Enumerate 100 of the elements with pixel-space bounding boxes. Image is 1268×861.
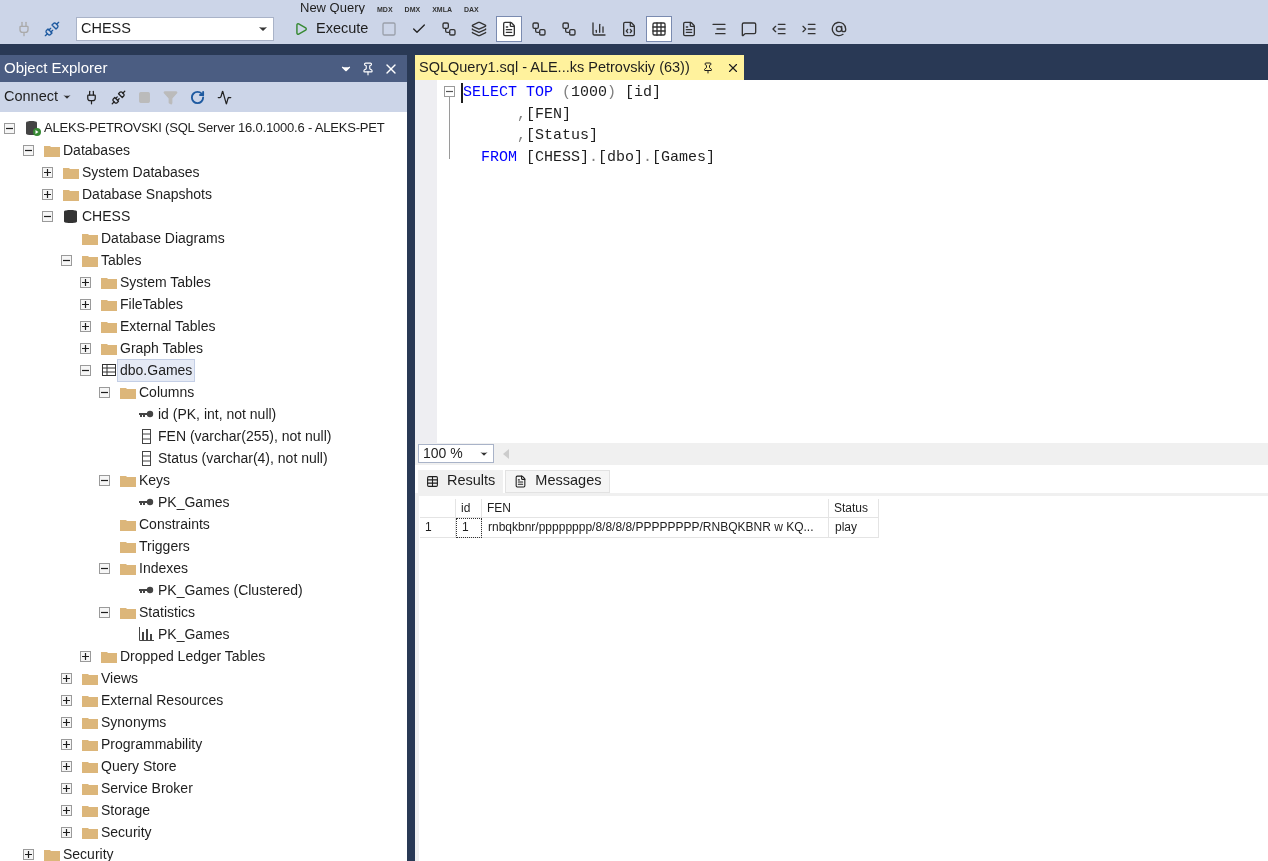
document-icon — [681, 21, 698, 37]
results-tab[interactable]: Messages — [505, 469, 611, 493]
folder-icon — [119, 539, 136, 553]
fold-toggle[interactable] — [443, 86, 455, 97]
play-icon — [294, 22, 308, 36]
caret-icon — [62, 92, 72, 102]
tree-item[interactable]: FileTables — [118, 293, 186, 315]
tree-item[interactable]: System Tables — [118, 271, 213, 293]
collapse-toggle[interactable] — [99, 606, 110, 618]
new-query-button[interactable]: New Query — [300, 1, 366, 14]
at-sign-icon — [831, 21, 848, 37]
collapse-toggle[interactable] — [42, 210, 53, 222]
tree-item[interactable]: dbo.Games — [118, 359, 195, 381]
disconnect-icon[interactable] — [111, 89, 126, 105]
form-icon — [501, 21, 518, 37]
expand-toggle[interactable] — [80, 276, 91, 288]
tree-item[interactable]: Columns — [137, 381, 197, 403]
tree-item[interactable]: Keys — [137, 469, 173, 491]
tree-item[interactable]: id (PK, int, not null) — [156, 403, 279, 425]
bar-chart-icon — [139, 627, 154, 641]
tree-item[interactable]: Constraints — [137, 513, 212, 535]
results-tab[interactable]: Results — [418, 469, 504, 493]
tree-item[interactable]: Databases — [61, 139, 132, 161]
collapse-toggle[interactable] — [99, 562, 110, 574]
expand-toggle[interactable] — [80, 650, 91, 662]
folder-icon — [62, 165, 79, 179]
expand-toggle[interactable] — [61, 738, 72, 750]
tree-item[interactable]: Query Store — [99, 755, 179, 777]
database-icon — [64, 208, 77, 224]
expand-toggle[interactable] — [61, 716, 72, 728]
windows-icon — [471, 21, 488, 37]
expand-toggle[interactable] — [61, 826, 72, 838]
expand-toggle[interactable] — [61, 782, 72, 794]
execute-button[interactable]: Execute — [294, 18, 369, 40]
tree-item[interactable]: External Tables — [118, 315, 218, 337]
tree-item[interactable]: Storage — [99, 799, 153, 821]
folder-icon — [100, 275, 117, 289]
expand-toggle[interactable] — [61, 694, 72, 706]
tree-item[interactable]: Status (varchar(4), not null) — [156, 447, 330, 469]
tree-item[interactable]: Service Broker — [99, 777, 195, 799]
grid-button[interactable] — [646, 16, 673, 42]
activity-icon[interactable] — [217, 89, 232, 105]
expand-toggle[interactable] — [42, 166, 53, 178]
tree-item[interactable]: Triggers — [137, 535, 192, 557]
expand-toggle[interactable] — [42, 188, 53, 200]
tree-item[interactable]: CHESS — [80, 205, 133, 227]
column-header[interactable]: id — [456, 498, 482, 518]
column-header[interactable]: FEN — [482, 498, 829, 518]
tree-item[interactable]: Graph Tables — [118, 337, 205, 359]
tree-item[interactable]: PK_Games — [156, 491, 232, 513]
connect-button[interactable]: Connect — [4, 86, 72, 108]
tree-item[interactable]: Programmability — [99, 733, 205, 755]
grid-corner — [420, 498, 456, 518]
collapse-toggle[interactable] — [4, 122, 15, 134]
tree-item[interactable]: Statistics — [137, 601, 197, 623]
tree-item[interactable]: Security — [61, 843, 116, 861]
collapse-toggle[interactable] — [61, 254, 72, 266]
tree-item[interactable]: ALEKS-PETROVSKI (SQL Server 16.0.1000.6 - ALEKS-PET — [42, 118, 387, 138]
flowchart-icon — [441, 21, 458, 37]
indent-icon — [801, 21, 818, 37]
code-line: FROM [CHESS].[dbo].[Games] — [480, 147, 716, 168]
expand-toggle[interactable] — [80, 342, 91, 354]
tree-item[interactable]: Tables — [99, 249, 144, 271]
expand-toggle[interactable] — [61, 672, 72, 684]
expand-toggle[interactable] — [61, 760, 72, 772]
tree-item[interactable]: PK_Games — [156, 623, 232, 645]
expand-toggle[interactable] — [80, 320, 91, 332]
pin-icon[interactable] — [701, 61, 714, 74]
tree-item[interactable]: FEN (varchar(255), not null) — [156, 425, 334, 447]
editor-tab[interactable]: SQLQuery1.sql - ALE...ks Petrovskiy (63)) — [415, 55, 744, 80]
folder-icon — [100, 319, 117, 333]
tree-item[interactable]: Security — [99, 821, 154, 843]
tree-item[interactable]: Synonyms — [99, 711, 169, 733]
expand-toggle[interactable] — [80, 298, 91, 310]
stop-icon — [381, 21, 398, 37]
folder-icon — [81, 825, 98, 839]
zoom-dropdown[interactable]: 100 % — [418, 444, 494, 463]
tree-item[interactable]: System Databases — [80, 161, 202, 183]
refresh-icon[interactable] — [190, 89, 205, 105]
tree-item[interactable]: Database Snapshots — [80, 183, 214, 205]
folder-icon — [62, 187, 79, 201]
collapse-toggle[interactable] — [23, 144, 34, 156]
plug-icon[interactable] — [84, 89, 99, 105]
expand-toggle[interactable] — [23, 848, 34, 860]
tree-item[interactable]: Indexes — [137, 557, 191, 579]
tree-item[interactable]: Database Diagrams — [99, 227, 227, 249]
expand-toggle[interactable] — [61, 804, 72, 816]
tree-item[interactable]: Views — [99, 667, 141, 689]
folder-icon — [119, 517, 136, 531]
tree-item[interactable]: PK_Games (Clustered) — [156, 579, 305, 601]
collapse-toggle[interactable] — [99, 474, 110, 486]
tree-item[interactable]: Dropped Ledger Tables — [118, 645, 268, 667]
collapse-toggle[interactable] — [80, 364, 91, 376]
connection-icon[interactable] — [44, 21, 60, 37]
database-dropdown[interactable]: CHESS — [76, 17, 274, 41]
collapse-toggle[interactable] — [99, 386, 110, 398]
column-header[interactable]: Status — [829, 498, 879, 518]
form-button[interactable] — [496, 16, 523, 42]
tree-item[interactable]: External Resources — [99, 689, 226, 711]
document-icon — [514, 474, 528, 488]
